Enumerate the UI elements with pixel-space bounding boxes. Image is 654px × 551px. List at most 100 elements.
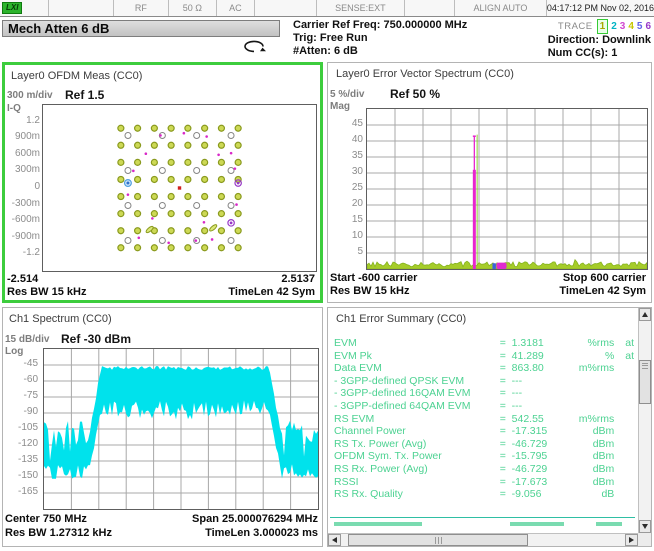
- y-tick: -1.2: [5, 247, 40, 258]
- thumb-grip: [441, 537, 442, 544]
- summary-metric-unit: m%rms: [567, 413, 614, 426]
- horizontal-scrollbar[interactable]: [328, 533, 638, 546]
- equals-sign: =: [500, 375, 512, 388]
- equals-sign: =: [500, 350, 512, 363]
- down-arrow-icon: [642, 524, 648, 529]
- y-tick: 45: [328, 118, 363, 129]
- summary-metric-name: RSSI: [334, 476, 500, 489]
- summary-metric-value: -17.315: [512, 425, 567, 438]
- summary-metric-unit: [567, 387, 614, 400]
- analyzer-screen: LXI RF50 ΩACSENSE:EXTALIGN AUTO 04:17:12…: [0, 0, 654, 551]
- res-bw-readout: Res BW 15 kHz: [330, 285, 409, 297]
- equals-sign: =: [500, 450, 512, 463]
- summary-metric-name: RS Rx. Power (Avg): [334, 463, 500, 476]
- atten-setting: #Atten: 6 dB: [293, 45, 467, 58]
- summary-metric-value: -46.729: [512, 463, 567, 476]
- evm-spike: [473, 136, 476, 269]
- lxi-cell: LXI: [0, 0, 49, 16]
- panel-ch1-error-summary[interactable]: Ch1 Error Summary (CC0) EVM=1.3181%rmsat…: [327, 307, 652, 547]
- summary-row: OFDM Sym. Tx. Power=-15.795dBm: [334, 450, 634, 463]
- scroll-down-button[interactable]: [639, 520, 651, 533]
- clock: 04:17:12 PM Nov 02, 2016: [547, 0, 654, 16]
- scroll-up-button[interactable]: [639, 308, 651, 321]
- grid-lines: [367, 109, 647, 269]
- strip-cell-blank: [49, 0, 114, 16]
- equals-sign: =: [500, 362, 512, 375]
- summary-row: RS Rx. Power (Avg)=-46.729dBm: [334, 463, 634, 476]
- ref-level: Ref 1.5: [65, 88, 104, 102]
- panel-ch1-spectrum[interactable]: Ch1 Spectrum (CC0) 15 dB/div Ref -30 dBm…: [2, 307, 323, 547]
- y-tick: 5: [328, 246, 363, 257]
- trace-5-button[interactable]: 5: [637, 20, 643, 33]
- summary-metric-name: RS EVM: [334, 413, 500, 426]
- right-arrow-icon: [629, 537, 634, 543]
- panel-error-vector-spectrum[interactable]: Layer0 Error Vector Spectrum (CC0) 5 %/d…: [327, 62, 652, 303]
- y-tick: -900m: [5, 231, 40, 242]
- summary-metric-name: RS Tx. Power (Avg): [334, 438, 500, 451]
- scroll-right-button[interactable]: [625, 534, 638, 546]
- strip-cells: RF50 ΩACSENSE:EXTALIGN AUTO: [49, 0, 547, 16]
- constellation-plot[interactable]: [42, 104, 317, 272]
- summary-metric-value: -46.729: [512, 438, 567, 451]
- scroll-left-button[interactable]: [328, 534, 341, 546]
- strip-cell-ac: AC: [217, 0, 255, 16]
- summary-metric-value: 1.3181: [512, 337, 567, 350]
- direction-setting: Direction: Downlink: [548, 34, 651, 47]
- stop-carrier: Stop 600 carrier: [563, 272, 646, 284]
- carrier-ref-freq: Carrier Ref Freq: 750.000000 MHz: [293, 19, 467, 32]
- clipped-row: [334, 522, 634, 527]
- summary-row: Channel Power=-17.315dBm: [334, 425, 634, 438]
- y-axis-ticks: 45403530252015105: [328, 63, 363, 302]
- y-tick: 900m: [5, 131, 40, 142]
- summary-metric-suffix: [614, 476, 634, 489]
- strip-cell-blank: [255, 0, 317, 16]
- summary-metric-value: -17.673: [512, 476, 567, 489]
- summary-row: RSSI=-17.673dBm: [334, 476, 634, 489]
- equals-sign: =: [500, 476, 512, 489]
- time-len-readout: TimeLen 42 Sym: [559, 285, 646, 297]
- summary-metric-suffix: [614, 413, 634, 426]
- trace-1-button[interactable]: 1: [597, 19, 609, 34]
- y-tick: -45: [3, 358, 38, 369]
- trace-6-button[interactable]: 6: [645, 20, 651, 33]
- vertical-scrollbar[interactable]: [638, 308, 651, 533]
- y-tick: -75: [3, 390, 38, 401]
- summary-metric-name: EVM Pk: [334, 350, 500, 363]
- trace-label: TRACE: [558, 21, 593, 32]
- y-tick: 1.2: [5, 115, 40, 126]
- y-tick: 15: [328, 214, 363, 225]
- equals-sign: =: [500, 413, 512, 426]
- panel-ofdm-meas[interactable]: Layer0 OFDM Meas (CC0) 300 m/div Ref 1.5…: [2, 62, 323, 303]
- summary-row: RS Rx. Quality=-9.056dB: [334, 488, 634, 501]
- y-tick: -60: [3, 374, 38, 385]
- trace-4-button[interactable]: 4: [628, 20, 634, 33]
- center-freq-readout: Center 750 MHz: [5, 513, 87, 525]
- summary-metric-suffix: [614, 425, 634, 438]
- x-axis-min: -2.514: [7, 273, 38, 285]
- scrollbar-corner: [638, 533, 651, 546]
- trace-3-button[interactable]: 3: [620, 20, 626, 33]
- evm-spectrum-plot[interactable]: [366, 108, 648, 270]
- summary-separator-line: [330, 517, 635, 518]
- summary-row: EVM Pk=41.289%at: [334, 350, 634, 363]
- evm-spectrum-trace: [367, 109, 647, 269]
- horizontal-scroll-thumb[interactable]: [348, 534, 528, 546]
- clipped-text-fragment: [334, 522, 422, 526]
- summary-metric-value: 41.289: [512, 350, 567, 363]
- strip-cell-align-auto: ALIGN AUTO: [455, 0, 547, 16]
- up-arrow-icon: [642, 312, 648, 317]
- y-tick: -135: [3, 454, 38, 465]
- vertical-scroll-thumb[interactable]: [639, 360, 651, 404]
- free-run-loop-icon: [243, 39, 269, 54]
- summary-metric-name: - 3GPP-defined 16QAM EVM: [334, 387, 500, 400]
- trace-selector: TRACE 123456: [548, 19, 651, 34]
- strip-cell-50-: 50 Ω: [169, 0, 217, 16]
- spectrum-plot[interactable]: [43, 348, 319, 510]
- y-tick: 600m: [5, 148, 40, 159]
- thumb-grip: [438, 537, 439, 544]
- y-tick: -90: [3, 406, 38, 417]
- strip-cell-rf: RF: [114, 0, 169, 16]
- summary-metric-value: -15.795: [512, 450, 567, 463]
- trace-2-button[interactable]: 2: [611, 20, 617, 33]
- summary-row: - 3GPP-defined QPSK EVM=---: [334, 375, 634, 388]
